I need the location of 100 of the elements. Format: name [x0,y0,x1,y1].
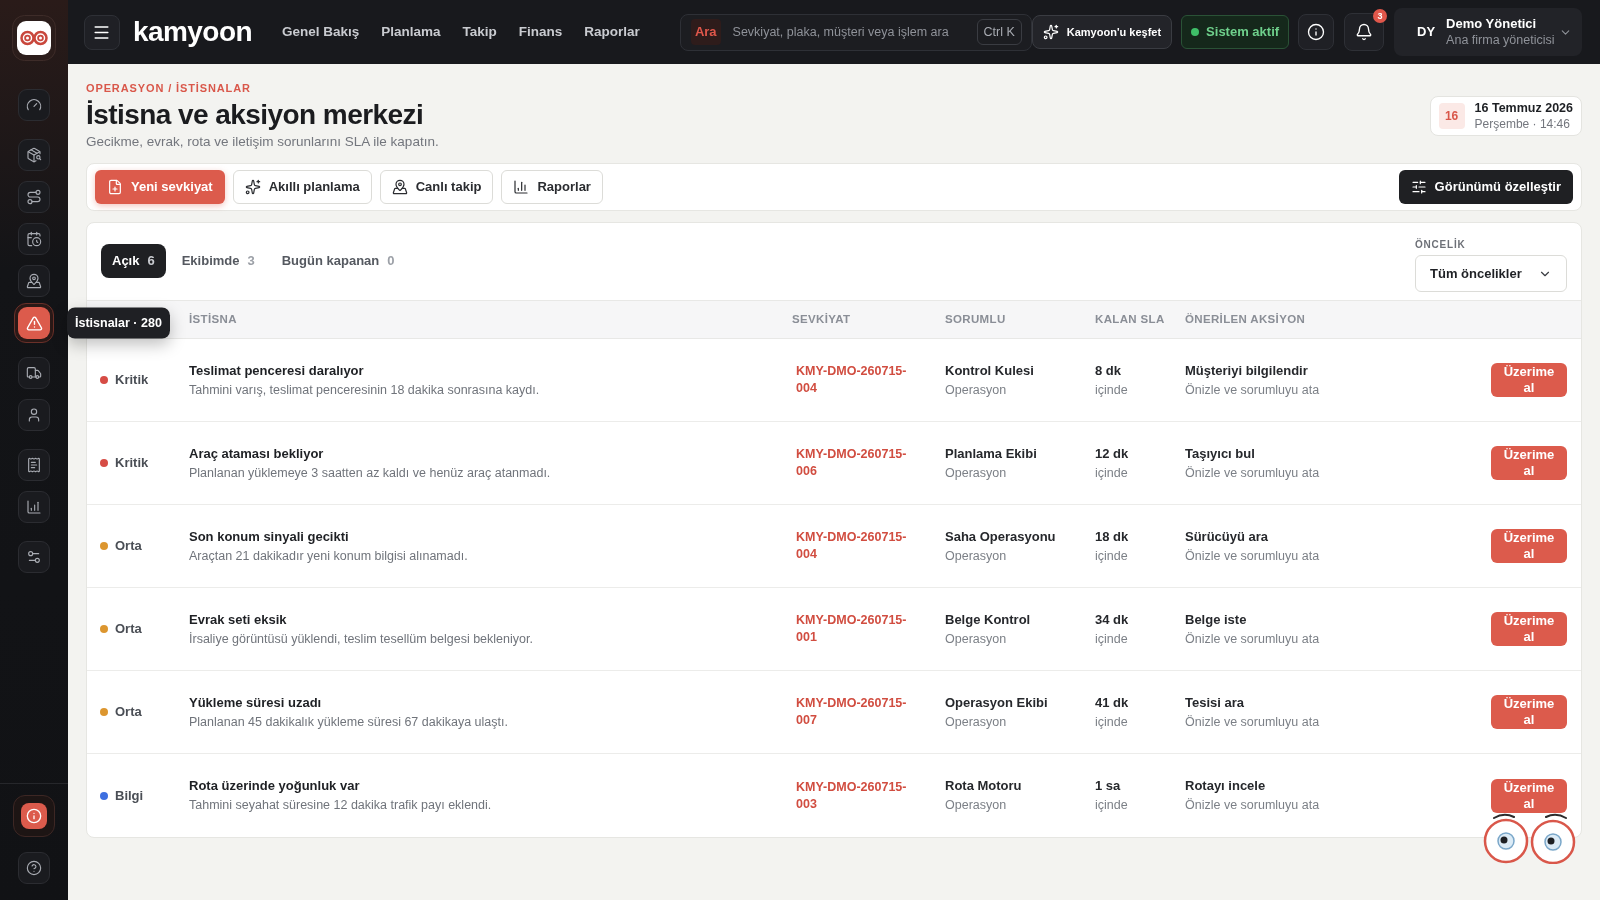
action-title: Sürücüyü ara [1185,527,1269,545]
shipment-link[interactable]: KMY-DMO-260715-004 [796,529,920,563]
priority-label: Kritik [115,454,149,473]
tab[interactable]: Bugün kapanan 0 [270,244,406,278]
nav-link[interactable]: Raporlar [584,21,640,43]
exception-title: Araç ataması bekliyor [189,444,324,462]
user-name: Demo Yönetici [1446,15,1538,32]
page-title: İstisna ve aksiyon merkezi [86,98,425,132]
sla-note: içinde [1095,797,1128,814]
map-pin-icon [26,273,42,289]
package-search-icon [26,147,42,163]
tab[interactable]: Açık 6 [101,244,166,278]
sla-time: 41 dk [1095,693,1129,711]
logo-icon[interactable] [12,15,56,61]
action-title: Rotayı incele [1185,777,1266,794]
claim-button[interactable]: Üzerime al [1491,363,1567,397]
route-icon [26,189,42,205]
column-header: ÖNERİLEN AKSİYON [1185,311,1306,327]
action-note: Önizle ve sorumluyu ata [1185,630,1320,648]
owner-team: Operasyon [945,797,1007,814]
sidebar-item[interactable] [13,795,55,837]
shipment-link[interactable]: KMY-DMO-260715-001 [796,612,920,646]
claim-button[interactable]: Üzerime al [1491,695,1567,729]
nav-link[interactable]: Finans [518,21,563,43]
info-button[interactable] [1298,14,1335,50]
tab-count: 3 [247,252,255,271]
nav-link[interactable]: Genel Bakış [282,21,360,43]
file-plus-icon [107,179,123,195]
notification-count: 3 [1373,9,1388,23]
claim-button[interactable]: Üzerime al [1491,446,1567,480]
truck-icon [26,365,42,381]
priority-select[interactable]: Tüm öncelikler [1415,255,1567,292]
explore-button[interactable]: Kamyoon'u keşfet [1031,15,1173,49]
toolbar-button[interactable]: Canlı takip [379,170,494,204]
sidebar-item[interactable] [18,399,50,431]
search-field[interactable]: Ara Sevkiyat, plaka, müşteri veya işlem ara Ctrl K [679,13,1032,51]
sidebar-tooltip: İstisnalar · 280 [67,307,170,339]
sliders-icon [1410,179,1427,195]
gauge-icon [26,97,42,113]
sidebar-item[interactable] [18,852,50,884]
column-header: SEVKİYAT [792,311,851,327]
sidebar-item[interactable] [18,181,50,213]
shipment-link[interactable]: KMY-DMO-260715-004 [796,363,920,397]
googly-eyes-icon[interactable] [1482,812,1578,864]
shortcut-key: Ctrl K [976,18,1022,46]
help-icon [26,860,42,876]
user-initials: DY [1417,23,1436,42]
user-role: Ana firma yöneticisi [1446,32,1555,49]
owner-team: Operasyon [945,713,1007,731]
date-detail: Perşembe · 14:46 [1474,116,1571,132]
shipment-link[interactable]: KMY-DMO-260715-006 [796,446,920,480]
sidebar-item[interactable] [18,541,50,573]
claim-button[interactable]: Üzerime al [1491,612,1567,646]
sla-time: 34 dk [1095,610,1129,628]
shipment-link[interactable]: KMY-DMO-260715-003 [796,778,920,813]
owner-team: Operasyon [945,547,1007,565]
shipment-link[interactable]: KMY-DMO-260715-007 [796,695,920,729]
action-title: Müşteriyi bilgilendir [1185,361,1308,379]
claim-button[interactable]: Üzerime al [1491,778,1567,813]
receipt-icon [26,457,42,473]
brand-logo[interactable]: kamyoon [133,18,252,46]
priority-label: Kritik [115,371,149,390]
sidebar-item[interactable] [18,139,50,171]
tab[interactable]: Ekibimde 3 [170,244,266,278]
user-icon [26,407,42,423]
info-icon [1307,23,1326,41]
tab-count: 6 [147,252,155,271]
sla-time: 18 dk [1095,527,1129,545]
sidebar-item[interactable] [14,303,54,343]
bar-chart-icon [513,179,530,195]
sidebar-item[interactable] [18,357,50,389]
owner-name: Saha Operasyonu [945,527,1056,545]
nav-link[interactable]: Planlama [381,21,441,43]
sidebar-item[interactable] [18,265,50,297]
exception-detail: İrsaliye görüntüsü yüklendi, teslim tesellüm belgesi bekleniyor. [189,630,533,648]
action-title: Belge iste [1185,610,1247,628]
filter-label: ÖNCELİK [1415,239,1467,251]
toolbar-button[interactable]: Akıllı planlama [232,170,372,204]
owner-name: Operasyon Ekibi [945,693,1048,711]
toolbar-button[interactable]: Raporlar [501,170,603,204]
sla-note: içinde [1095,547,1128,565]
info-icon [26,808,42,824]
priority-label: Orta [115,703,142,722]
toolbar-button[interactable]: Yeni sevkiyat [95,170,225,204]
warning-icon [25,314,43,332]
customize-view-button[interactable]: Görünümü özelleştir [1398,170,1573,204]
sidebar-item[interactable] [18,449,50,481]
priority-label: Orta [115,537,142,556]
nav-link[interactable]: Takip [462,21,497,43]
sla-note: içinde [1095,630,1128,648]
breadcrumb: OPERASYON / İSTİSNALAR [86,81,252,95]
tab-count: 0 [387,252,395,271]
exception-title: Yükleme süresi uzadı [189,693,322,711]
bell-icon [1355,23,1374,41]
sidebar-item[interactable] [18,223,50,255]
action-title: Taşıyıcı bul [1185,444,1255,462]
owner-name: Belge Kontrol [945,610,1031,628]
claim-button[interactable]: Üzerime al [1491,529,1567,563]
search-scope-label[interactable]: Ara [690,19,721,45]
menu-button[interactable] [84,14,120,50]
